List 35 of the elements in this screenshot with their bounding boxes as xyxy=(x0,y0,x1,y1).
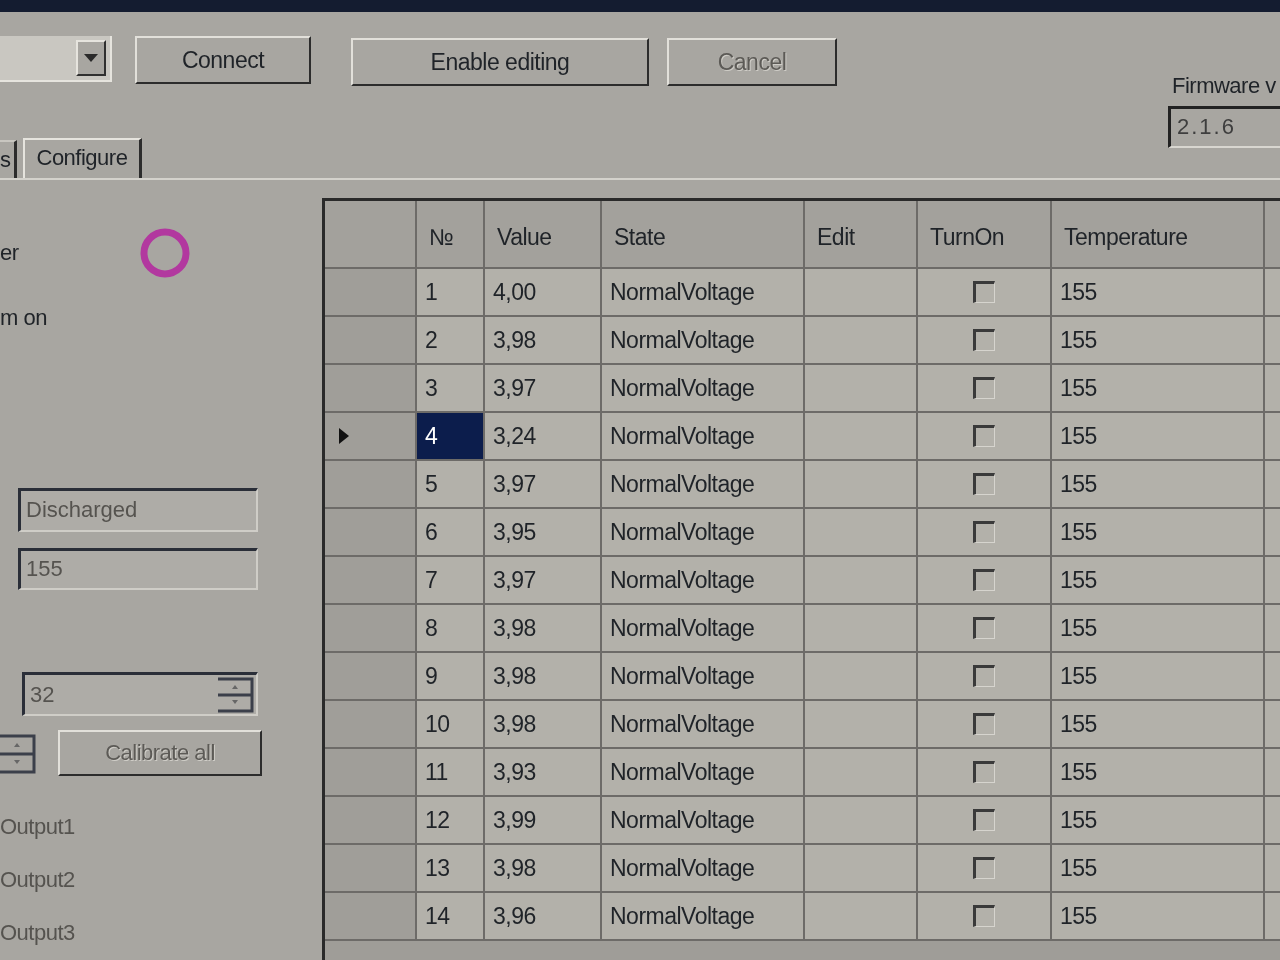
spin-arrows-icon[interactable] xyxy=(0,734,36,774)
panel-label: er xyxy=(0,239,20,267)
status-ring-icon xyxy=(140,228,190,278)
tab[interactable]: Configure xyxy=(22,138,143,178)
dropdown-field[interactable] xyxy=(0,36,112,82)
turn-on-checkbox[interactable] xyxy=(973,281,995,303)
table-cell: NormalVoltage xyxy=(602,893,805,941)
output-label: Output2 xyxy=(0,866,75,894)
turn-on-checkbox[interactable] xyxy=(973,809,995,831)
firmware-label: Firmware v xyxy=(1171,72,1276,100)
turn-on-checkbox[interactable] xyxy=(973,377,995,399)
enable-editing-button[interactable]: Enable editing xyxy=(351,38,649,86)
table-cell: 3,96 xyxy=(485,893,602,941)
table-cell: 155 xyxy=(1052,893,1265,941)
turn-on-checkbox[interactable] xyxy=(973,857,995,879)
turn-on-checkbox[interactable] xyxy=(973,521,995,543)
tab[interactable]: s xyxy=(0,140,17,178)
turn-on-checkbox[interactable] xyxy=(973,617,995,639)
dropdown-arrow-icon[interactable] xyxy=(84,54,98,62)
turn-on-checkbox[interactable] xyxy=(973,473,995,495)
panel-label: m on xyxy=(0,304,47,332)
table-cell: 4 xyxy=(417,413,485,461)
turn-on-checkbox[interactable] xyxy=(973,665,995,687)
firmware-field[interactable]: 2.1.6 xyxy=(1168,106,1280,148)
output-label: Output3 xyxy=(0,919,75,947)
turn-on-checkbox[interactable] xyxy=(973,425,995,447)
turn-on-checkbox[interactable] xyxy=(973,569,995,591)
table-cell: 14 xyxy=(417,893,485,941)
current-row-icon xyxy=(339,428,349,444)
turn-on-checkbox[interactable] xyxy=(973,329,995,351)
turn-on-checkbox[interactable] xyxy=(973,905,995,927)
turn-on-checkbox[interactable] xyxy=(973,761,995,783)
turn-on-checkbox[interactable] xyxy=(973,713,995,735)
connect-button[interactable]: Connect xyxy=(135,36,311,84)
output-label: Output1 xyxy=(0,813,75,841)
